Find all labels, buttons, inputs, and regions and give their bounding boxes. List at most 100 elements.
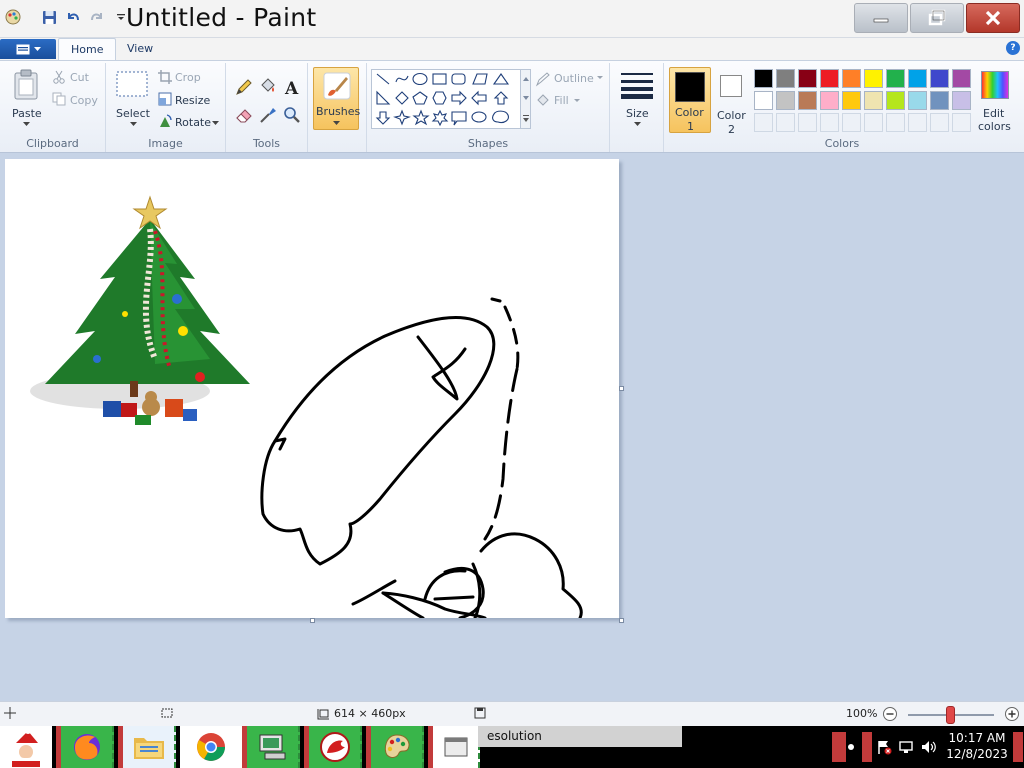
cut-button[interactable]: Cut — [70, 71, 89, 84]
palette-swatch[interactable] — [754, 69, 773, 88]
taskbar-file-explorer[interactable] — [118, 726, 176, 768]
taskbar-app-extra[interactable] — [428, 726, 480, 768]
palette-swatch[interactable] — [842, 91, 861, 110]
palette-custom-slot[interactable] — [886, 113, 905, 132]
zoom-out-button[interactable] — [882, 706, 898, 722]
edit-colors-button[interactable]: Edit colors — [974, 67, 1018, 133]
fill-bucket-icon[interactable] — [258, 77, 278, 97]
pencil-icon[interactable] — [234, 77, 254, 97]
zoom-in-button[interactable] — [1004, 706, 1020, 722]
canvas-resize-handle-right[interactable] — [619, 386, 624, 391]
taskbar-window-title[interactable]: esolution — [478, 726, 682, 747]
drawing-canvas[interactable] — [5, 159, 619, 620]
palette-swatch[interactable] — [930, 91, 949, 110]
redo-icon[interactable] — [88, 8, 106, 26]
palette-custom-slot[interactable] — [930, 113, 949, 132]
palette-swatch[interactable] — [820, 69, 839, 88]
palette-swatch[interactable] — [952, 69, 971, 88]
palette-swatch[interactable] — [798, 69, 817, 88]
palette-custom-slot[interactable] — [798, 113, 817, 132]
palette-custom-slot[interactable] — [908, 113, 927, 132]
magnifier-icon[interactable] — [282, 105, 302, 125]
palette-swatch[interactable] — [820, 91, 839, 110]
crop-icon — [158, 70, 172, 84]
palette-custom-slot[interactable] — [820, 113, 839, 132]
select-button[interactable]: Select — [112, 67, 154, 131]
brushes-button[interactable]: Brushes — [313, 67, 360, 130]
tray-dot-icon[interactable] — [846, 726, 856, 768]
canvas-dimensions: 614 × 460px — [334, 707, 406, 720]
clock-time: 10:17 AM — [948, 731, 1006, 745]
size-button[interactable]: Size — [616, 67, 658, 131]
color2-number: 2 — [728, 123, 735, 136]
palette-swatch[interactable] — [952, 91, 971, 110]
palette-swatch[interactable] — [776, 91, 795, 110]
taskbar-computer[interactable] — [242, 726, 300, 768]
fill-dropdown-icon — [574, 99, 580, 102]
text-icon[interactable]: A — [282, 77, 302, 97]
paste-button[interactable]: Paste — [6, 67, 46, 131]
paint-app-icon[interactable] — [4, 8, 22, 26]
clipboard-group: Paste Cut Copy Clipboard — [0, 63, 106, 152]
palette-swatch[interactable] — [886, 91, 905, 110]
palette-custom-slot[interactable] — [776, 113, 795, 132]
color2-button[interactable]: Color 2 — [712, 67, 752, 136]
rotate-icon — [160, 114, 172, 127]
canvas-resize-handle-corner[interactable] — [619, 618, 624, 623]
tools-group-label: Tools — [252, 137, 281, 150]
palette-swatch[interactable] — [908, 69, 927, 88]
tab-home[interactable]: Home — [58, 38, 117, 60]
color1-swatch — [675, 72, 705, 102]
outline-button[interactable]: Outline — [554, 72, 594, 85]
color1-button[interactable]: Color 1 — [669, 67, 711, 133]
palette-swatch[interactable] — [864, 91, 883, 110]
palette-swatch[interactable] — [776, 69, 795, 88]
canvas-size: 614 × 460px — [316, 707, 406, 720]
brushes-dropdown-icon — [333, 121, 340, 125]
tab-view[interactable]: View — [115, 38, 165, 60]
maximize-button[interactable] — [910, 3, 964, 33]
taskbar-paint[interactable] — [366, 726, 424, 768]
svg-text:A: A — [284, 79, 299, 97]
copy-button[interactable]: Copy — [70, 94, 98, 107]
palette-swatch[interactable] — [754, 91, 773, 110]
selection-size — [160, 707, 174, 719]
palette-swatch[interactable] — [798, 91, 817, 110]
window-icon — [444, 737, 467, 757]
palette-swatch[interactable] — [930, 69, 949, 88]
palette-custom-slot[interactable] — [842, 113, 861, 132]
shapes-gallery-icons[interactable] — [372, 70, 520, 128]
rotate-button[interactable]: Rotate — [175, 116, 211, 129]
action-center-flag-icon[interactable] — [874, 726, 894, 768]
taskbar-clock[interactable]: 10:17 AM 12/8/2023 — [946, 730, 1008, 762]
zoom-slider-thumb[interactable] — [946, 706, 955, 724]
taskbar-chrome[interactable] — [180, 726, 242, 768]
crop-button[interactable]: Crop — [175, 71, 201, 84]
help-icon[interactable]: ? — [1006, 41, 1020, 55]
title-bar: Untitled - Paint — [0, 0, 1024, 38]
file-menu-button[interactable] — [0, 39, 56, 59]
resize-button[interactable]: Resize — [175, 94, 210, 107]
save-icon[interactable] — [40, 8, 58, 26]
palette-custom-slot[interactable] — [952, 113, 971, 132]
show-desktop-button[interactable] — [1012, 726, 1024, 768]
palette-swatch[interactable] — [842, 69, 861, 88]
canvas-resize-handle-bottom[interactable] — [310, 618, 315, 623]
palette-swatch[interactable] — [864, 69, 883, 88]
palette-swatch[interactable] — [886, 69, 905, 88]
color-picker-icon[interactable] — [258, 105, 278, 125]
volume-icon[interactable] — [918, 726, 940, 768]
taskbar-firefox[interactable] — [56, 726, 114, 768]
fill-button[interactable]: Fill — [554, 94, 569, 107]
shapes-scroll[interactable] — [521, 69, 531, 129]
network-icon[interactable] — [896, 726, 916, 768]
eraser-icon[interactable] — [234, 105, 254, 125]
minimize-button[interactable] — [854, 3, 908, 33]
palette-custom-slot[interactable] — [864, 113, 883, 132]
start-button[interactable] — [0, 726, 52, 768]
palette-swatch[interactable] — [908, 91, 927, 110]
palette-custom-slot[interactable] — [754, 113, 773, 132]
taskbar-dragon-app[interactable] — [304, 726, 362, 768]
close-button[interactable] — [966, 3, 1020, 33]
undo-icon[interactable] — [64, 8, 82, 26]
